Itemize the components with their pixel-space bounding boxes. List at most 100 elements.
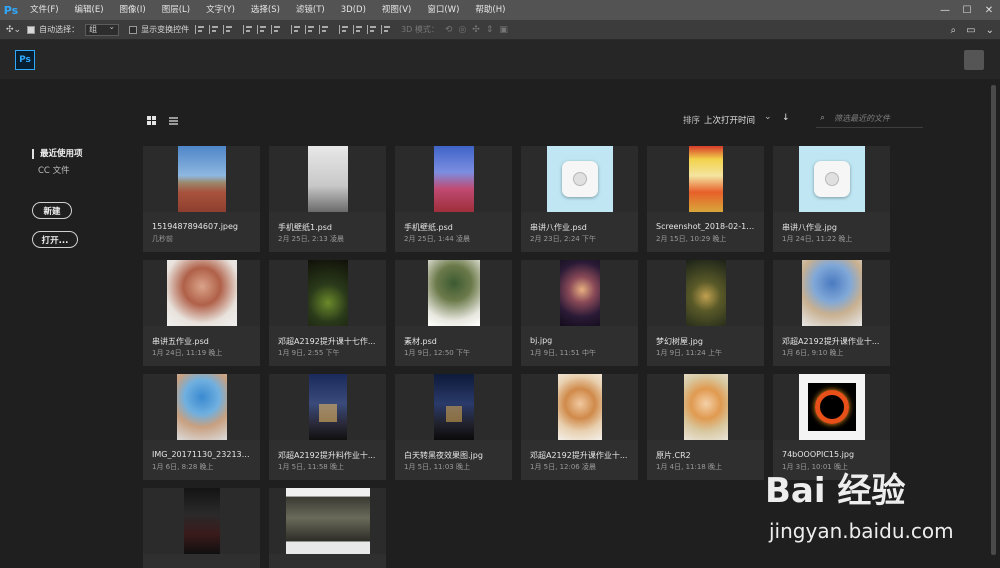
chevron-down-icon[interactable]: ⌄ — [986, 25, 994, 36]
menu-filter[interactable]: 滤镜(T) — [288, 0, 333, 20]
menu-image[interactable]: 图像(I) — [112, 0, 154, 20]
sort-label: 排序 — [683, 116, 701, 126]
file-card[interactable]: bj.jpg 1月 9日, 11:51 中午 — [521, 260, 638, 366]
file-card[interactable]: 串讲八作业.psd 2月 23日, 2:24 下午 — [521, 146, 638, 252]
menu-view[interactable]: 视图(V) — [374, 0, 419, 20]
menu-3d[interactable]: 3D(D) — [333, 0, 374, 20]
file-card[interactable]: 邓超A2192提升课作业十... 1月 6日, 9:10 晚上 — [773, 260, 890, 366]
file-card[interactable]: 1519487894607.jpeg 几秒前 — [143, 146, 260, 252]
file-name: 串讲五作业.psd — [152, 337, 209, 346]
align-vcenter-icon[interactable] — [209, 25, 219, 34]
file-card[interactable] — [269, 488, 386, 568]
open-button[interactable]: 打开... — [32, 231, 78, 248]
file-card[interactable]: 原片.CR2 1月 4日, 11:18 晚上 — [647, 374, 764, 480]
file-card[interactable]: 梦幻树屋.jpg 1月 9日, 11:24 上午 — [647, 260, 764, 366]
file-date: 1月 24日, 11:19 晚上 — [152, 349, 223, 357]
drag-3d-icon[interactable]: ✣ — [472, 25, 480, 35]
align-bottom-icon[interactable] — [223, 25, 233, 34]
file-thumbnail — [559, 260, 600, 326]
slide-3d-icon[interactable]: ⇕ — [486, 25, 494, 35]
file-card[interactable]: 白天转黑夜效果图.jpg 1月 5日, 11:03 晚上 — [395, 374, 512, 480]
align-hcenter-icon[interactable] — [257, 25, 267, 34]
filter-search-input[interactable] — [834, 112, 922, 124]
file-date: 2月 25日, 1:44 凌晨 — [404, 235, 470, 243]
align-right-icon[interactable] — [271, 25, 281, 34]
nav-recent[interactable]: 最近使用项 — [32, 149, 83, 159]
file-thumbnail — [685, 260, 726, 326]
file-name: 手机壁纸.psd — [404, 223, 453, 232]
grid-view-icon[interactable] — [147, 116, 156, 125]
maximize-button[interactable]: ☐ — [956, 0, 978, 20]
distribute-vcenter-icon[interactable] — [305, 25, 315, 34]
move-tool-icon[interactable]: ✣⌄ — [6, 25, 21, 35]
file-date: 1月 6日, 8:28 晚上 — [152, 463, 214, 471]
sort-dropdown[interactable]: 上次打开时间 — [704, 114, 772, 126]
new-button[interactable]: 新建 — [32, 202, 72, 219]
file-card[interactable]: 邓超A2192提升课作业十... 1月 5日, 12:06 凌晨 — [521, 374, 638, 480]
search-icon: ⌕ — [820, 113, 826, 123]
file-thumbnail — [308, 374, 347, 440]
distribute-right-icon[interactable] — [367, 25, 377, 34]
file-date: 2月 15日, 10:29 晚上 — [656, 235, 727, 243]
file-date: 1月 4日, 11:18 晚上 — [656, 463, 722, 471]
menu-file[interactable]: 文件(F) — [22, 0, 67, 20]
menu-type[interactable]: 文字(Y) — [198, 0, 243, 20]
file-date: 2月 25日, 2:13 凌晨 — [278, 235, 344, 243]
file-card[interactable]: IMG_20171130_232131.jpg 1月 6日, 8:28 晚上 — [143, 374, 260, 480]
file-date: 1月 9日, 2:55 下午 — [278, 349, 340, 357]
file-thumbnail — [183, 488, 220, 554]
auto-align-icon[interactable] — [381, 25, 391, 34]
roll-3d-icon[interactable]: ◎ — [458, 25, 466, 35]
file-thumbnail — [285, 488, 370, 554]
menu-edit[interactable]: 编辑(E) — [67, 0, 112, 20]
minimize-button[interactable]: — — [934, 0, 956, 20]
menu-window[interactable]: 窗口(W) — [419, 0, 467, 20]
distribute-group-1 — [291, 25, 329, 34]
menu-help[interactable]: 帮助(H) — [467, 0, 513, 20]
auto-select-dropdown[interactable]: 组 — [85, 22, 120, 36]
file-name: 梦幻树屋.jpg — [656, 337, 703, 346]
ps-app-icon[interactable]: Ps — [0, 0, 22, 20]
distribute-hcenter-icon[interactable] — [353, 25, 363, 34]
align-top-icon[interactable] — [195, 25, 205, 34]
menu-layer[interactable]: 图层(L) — [154, 0, 198, 20]
align-left-icon[interactable] — [243, 25, 253, 34]
file-date: 1月 5日, 12:06 凌晨 — [530, 463, 596, 471]
orbit-3d-icon[interactable]: ⟲ — [445, 25, 453, 35]
file-card[interactable]: 邓超A2192提升料作业十... 1月 5日, 11:58 晚上 — [269, 374, 386, 480]
file-card[interactable] — [143, 488, 260, 568]
file-card[interactable]: 串讲八作业.jpg 1月 24日, 11:22 晚上 — [773, 146, 890, 252]
file-card[interactable]: 素材.psd 1月 9日, 12:50 下午 — [395, 260, 512, 366]
file-card[interactable]: 手机壁纸.psd 2月 25日, 1:44 凌晨 — [395, 146, 512, 252]
file-date: 1月 9日, 11:51 中午 — [530, 349, 596, 357]
file-date: 1月 9日, 12:50 下午 — [404, 349, 470, 357]
search-icon[interactable]: ⌕ — [951, 25, 957, 36]
baidu-jingyan-logo: Bai 经验 — [765, 471, 906, 511]
file-name: Screenshot_2018-02-15-22... — [656, 222, 756, 231]
show-transform-checkbox[interactable] — [129, 25, 138, 34]
file-name: 素材.psd — [404, 337, 437, 346]
distribute-bottom-icon[interactable] — [319, 25, 329, 34]
file-date: 几秒前 — [152, 235, 173, 243]
sort-direction-icon[interactable]: ↓ — [782, 113, 790, 123]
chevron-down-icon[interactable]: ⌄ — [764, 112, 772, 122]
close-button[interactable]: ✕ — [978, 0, 1000, 20]
file-date: 1月 6日, 9:10 晚上 — [782, 349, 844, 357]
scale-3d-icon[interactable]: ▣ — [499, 25, 508, 35]
file-card[interactable]: 串讲五作业.psd 1月 24日, 11:19 晚上 — [143, 260, 260, 366]
file-card[interactable]: 手机壁纸1.psd 2月 25日, 2:13 凌晨 — [269, 146, 386, 252]
menu-select[interactable]: 选择(S) — [243, 0, 288, 20]
file-thumbnail — [177, 146, 226, 212]
distribute-top-icon[interactable] — [291, 25, 301, 34]
file-card[interactable]: 邓超A2192提升课十七作... 1月 9日, 2:55 下午 — [269, 260, 386, 366]
nav-cc-files[interactable]: CC 文件 — [38, 164, 70, 176]
list-view-icon[interactable] — [169, 117, 178, 125]
distribute-left-icon[interactable] — [339, 25, 349, 34]
file-thumbnail — [307, 260, 348, 326]
user-avatar[interactable] — [964, 50, 984, 70]
workspace-icon[interactable]: ▭ — [966, 25, 975, 36]
file-card[interactable]: Screenshot_2018-02-15-22... 2月 15日, 10:2… — [647, 146, 764, 252]
file-date: 1月 5日, 11:58 晚上 — [278, 463, 344, 471]
file-name: 原片.CR2 — [656, 451, 691, 460]
auto-select-checkbox[interactable] — [27, 25, 36, 34]
